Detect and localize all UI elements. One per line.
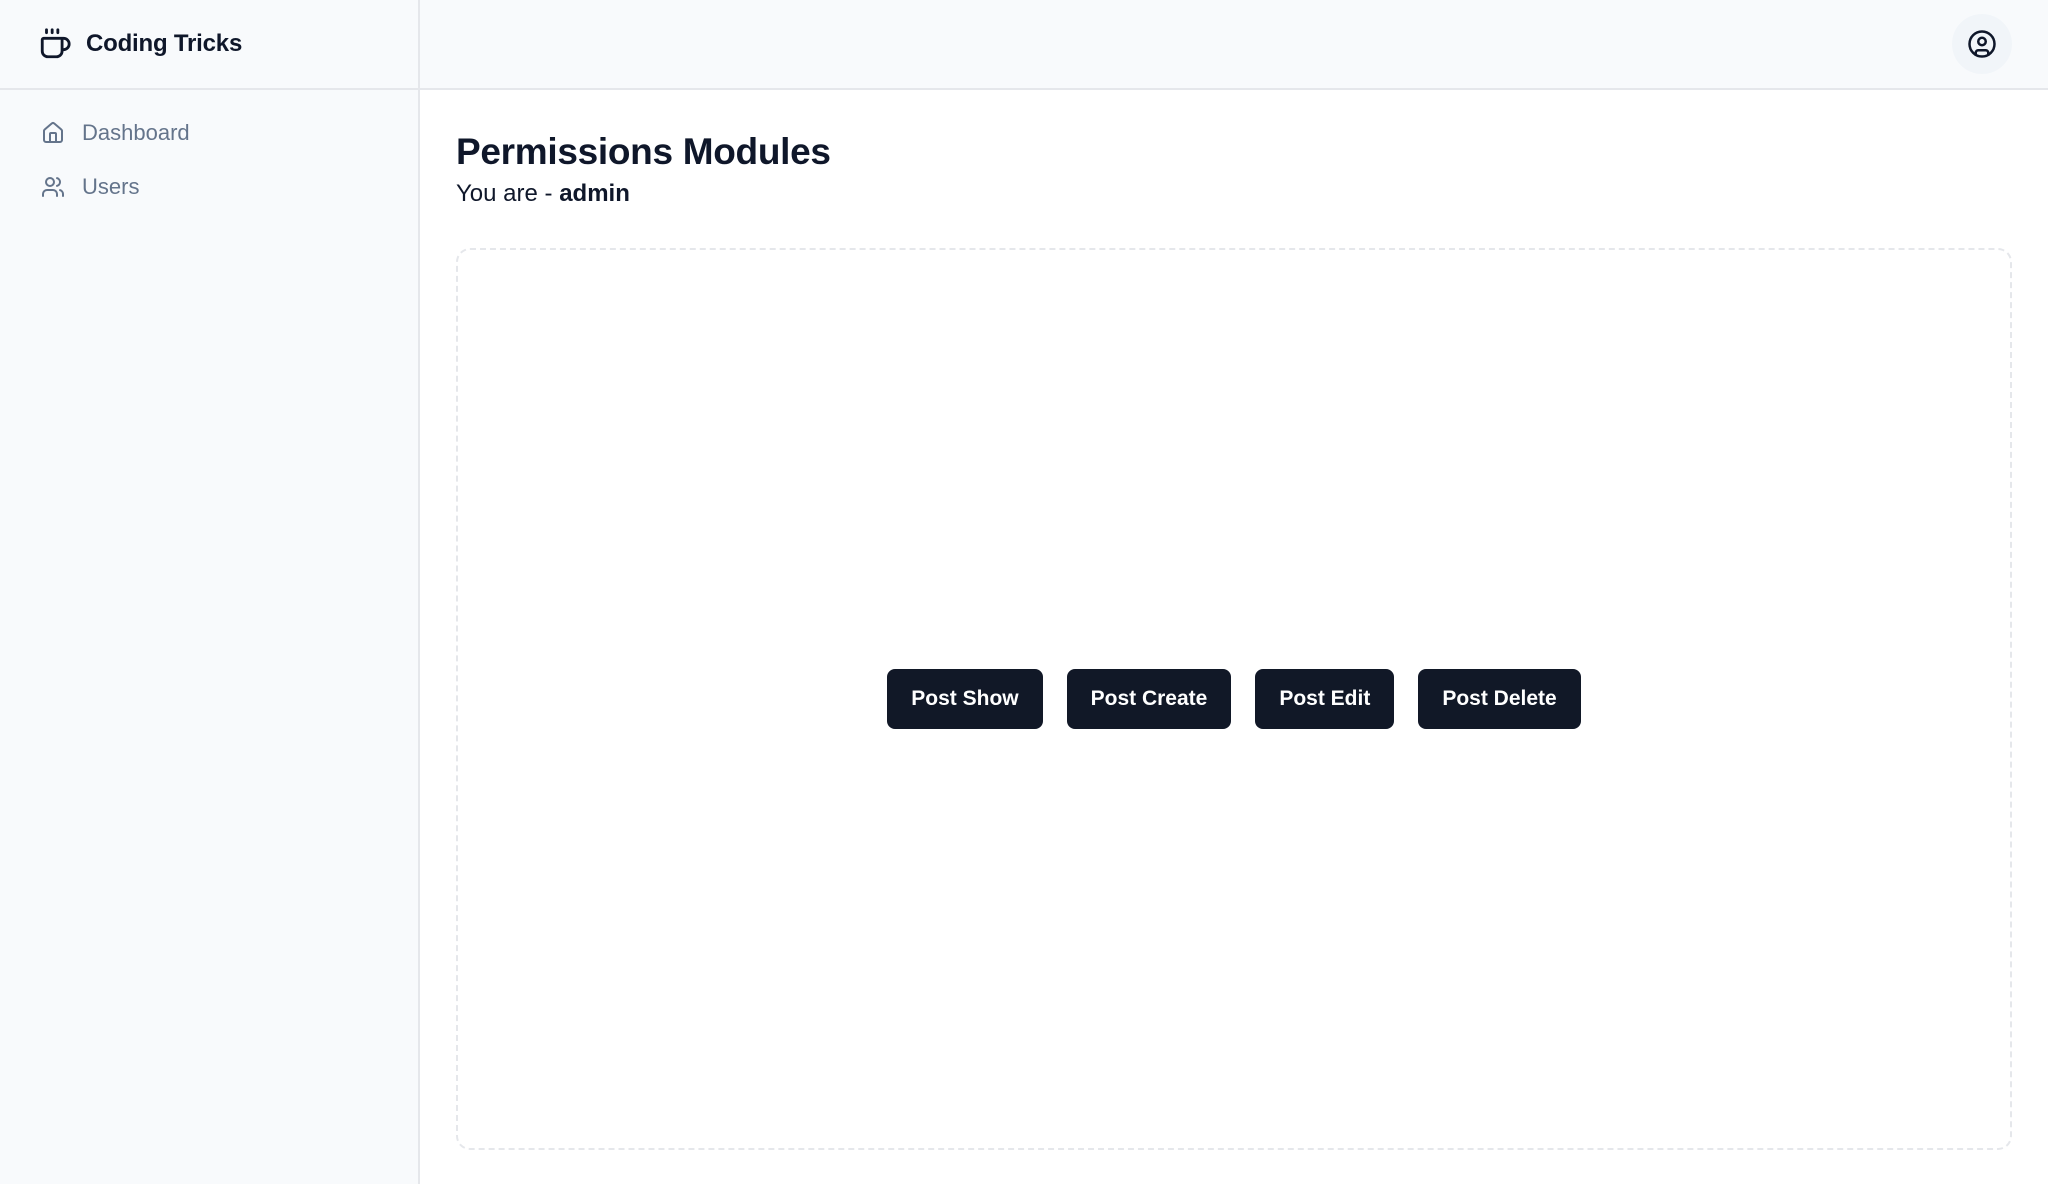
topbar bbox=[420, 0, 2048, 90]
post-show-button[interactable]: Post Show bbox=[887, 669, 1043, 730]
sidebar-nav: Dashboard Users bbox=[0, 90, 418, 230]
sidebar-item-label: Dashboard bbox=[82, 120, 190, 145]
role-line: You are - admin bbox=[456, 180, 2012, 208]
post-create-button[interactable]: Post Create bbox=[1066, 669, 1232, 730]
page-title: Permissions Modules bbox=[456, 131, 831, 172]
user-menu-button[interactable] bbox=[1952, 14, 2012, 74]
post-delete-button[interactable]: Post Delete bbox=[1418, 669, 1581, 730]
main-area: Permissions Modules You are - admin Post… bbox=[420, 0, 2048, 1184]
home-icon bbox=[40, 120, 66, 146]
content: Permissions Modules You are - admin Post… bbox=[420, 90, 2048, 1184]
coffee-icon bbox=[38, 27, 72, 61]
post-edit-button[interactable]: Post Edit bbox=[1255, 669, 1395, 730]
role-value: admin bbox=[559, 180, 630, 208]
role-prefix: You are - bbox=[456, 180, 560, 208]
sidebar-header: Coding Tricks bbox=[0, 0, 418, 90]
sidebar-item-label: Users bbox=[82, 174, 140, 199]
user-circle-icon bbox=[1967, 29, 1997, 59]
sidebar: Coding Tricks Dashboard Users bbox=[0, 0, 420, 1184]
brand-name[interactable]: Coding Tricks bbox=[86, 30, 242, 58]
app-shell: Coding Tricks Dashboard Users Permission… bbox=[0, 0, 2048, 1184]
sidebar-item-users[interactable]: Users bbox=[24, 164, 394, 210]
permissions-panel: Post Show Post Create Post Edit Post Del… bbox=[456, 248, 2012, 1151]
users-icon bbox=[40, 174, 66, 200]
sidebar-item-dashboard[interactable]: Dashboard bbox=[24, 110, 394, 156]
